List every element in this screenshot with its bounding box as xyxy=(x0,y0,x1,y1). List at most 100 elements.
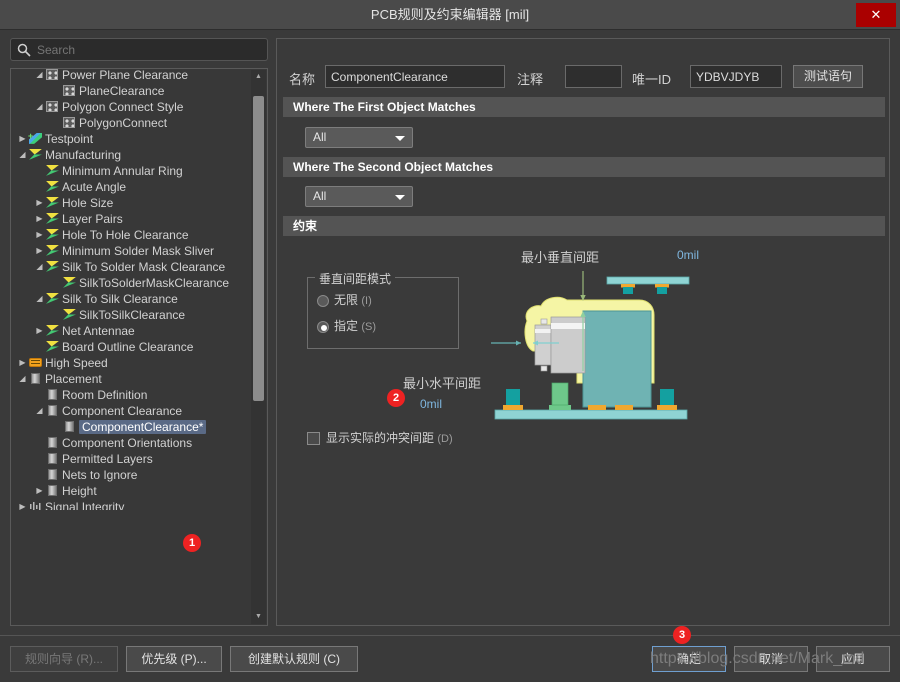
chevron-right-icon[interactable]: ▶ xyxy=(34,227,45,243)
flag-icon xyxy=(45,212,60,224)
plane-icon xyxy=(62,84,77,96)
chevron-down-icon[interactable]: ◢ xyxy=(34,259,45,275)
ok-button[interactable]: 确定 xyxy=(652,646,726,672)
tree-item[interactable]: Acute Angle xyxy=(11,178,251,194)
tree-item-label: Net Antennae xyxy=(62,323,135,338)
tree-item[interactable]: ◢ Component Clearance xyxy=(11,402,251,418)
comment-input[interactable] xyxy=(565,65,622,88)
tree-item[interactable]: ◢ Placement xyxy=(11,370,251,386)
chevron-down-icon xyxy=(395,136,405,141)
radio-infinite-dot xyxy=(317,294,329,307)
tree-item[interactable]: Nets to Ignore xyxy=(11,466,251,482)
tree-item[interactable]: PolygonConnect xyxy=(11,114,251,130)
tree-item[interactable]: ▶ Height xyxy=(11,482,251,498)
tree-scrollbar[interactable]: ▲ ▼ xyxy=(251,70,266,624)
show-actual-checkbox[interactable]: 显示实际的冲突间距 (D) xyxy=(307,429,453,446)
tree-item[interactable]: Board Outline Clearance xyxy=(11,338,251,354)
constraints-header: 约束 xyxy=(283,216,885,236)
tree-item-label: Power Plane Clearance xyxy=(62,68,189,82)
chevron-down-icon[interactable]: ◢ xyxy=(34,99,45,115)
flag-icon xyxy=(28,148,43,160)
test-query-button[interactable]: 测试语句 xyxy=(793,65,863,88)
tree-item[interactable]: SilkToSolderMaskClearance xyxy=(11,274,251,290)
tree-item[interactable]: ◢ Silk To Solder Mask Clearance xyxy=(11,258,251,274)
chevron-right-icon[interactable]: ▶ xyxy=(34,483,45,499)
tree-item[interactable]: ▶ + Testpoint xyxy=(11,130,251,146)
second-object-scope-select[interactable]: All xyxy=(305,186,413,207)
tree-item[interactable]: ◢ Polygon Connect Style xyxy=(11,98,251,114)
tree-item-label: Hole To Hole Clearance xyxy=(62,227,189,242)
tree-item[interactable]: PlaneClearance xyxy=(11,82,251,98)
cancel-button[interactable]: 取消 xyxy=(734,646,808,672)
tree-item[interactable]: ◢ Silk To Silk Clearance xyxy=(11,290,251,306)
chevron-right-icon[interactable]: ▶ xyxy=(17,131,28,147)
radio-specified[interactable]: 指定 (S) xyxy=(317,317,376,334)
min-horizontal-label: 最小水平间距 xyxy=(403,376,482,391)
tree-item-selected[interactable]: ComponentClearance* xyxy=(11,418,251,434)
tree-item[interactable]: ▶ Layer Pairs xyxy=(11,210,251,226)
tree-item[interactable]: ▶ Net Antennae xyxy=(11,322,251,338)
tree-item-label: Silk To Solder Mask Clearance xyxy=(62,259,226,274)
scroll-down-icon[interactable]: ▼ xyxy=(251,610,266,624)
radio-infinite-hint: (I) xyxy=(361,295,372,307)
chip-icon xyxy=(45,436,60,448)
tree-item[interactable]: ▶ High Speed xyxy=(11,354,251,370)
create-default-rules-button[interactable]: 创建默认规则 (C) xyxy=(230,646,358,672)
tree-item[interactable]: ▶ Minimum Solder Mask Sliver xyxy=(11,242,251,258)
tree-item[interactable]: Minimum Annular Ring xyxy=(11,162,251,178)
first-object-scope-select[interactable]: All xyxy=(305,127,413,148)
chevron-down-icon[interactable]: ◢ xyxy=(34,291,45,307)
search-box[interactable] xyxy=(10,38,268,61)
priority-button[interactable]: 优先级 (P)... xyxy=(126,646,222,672)
tree-item[interactable]: Component Orientations xyxy=(11,434,251,450)
flag-icon xyxy=(45,244,60,256)
scroll-up-icon[interactable]: ▲ xyxy=(251,70,266,84)
flag-icon xyxy=(45,196,60,208)
name-label: 名称 xyxy=(289,72,316,87)
tree-item-label: Minimum Annular Ring xyxy=(62,163,183,178)
tree-item-label: Permitted Layers xyxy=(62,451,153,466)
tree-item[interactable]: ▶ Signal Integrity xyxy=(11,498,251,510)
tree-item-label: Board Outline Clearance xyxy=(62,339,194,354)
search-icon xyxy=(17,43,31,57)
tree-scrollbar-thumb[interactable] xyxy=(253,96,264,401)
tree-item-label: Polygon Connect Style xyxy=(62,99,184,114)
chevron-right-icon[interactable]: ▶ xyxy=(17,355,28,371)
chip-icon xyxy=(45,388,60,400)
rules-tree-viewport: ◢Mask◢Solder Mask ExpansionSolderMaskExp… xyxy=(11,68,251,510)
close-icon[interactable]: ✕ xyxy=(856,3,896,27)
second-object-scope-value: All xyxy=(313,189,327,203)
tree-item[interactable]: Permitted Layers xyxy=(11,450,251,466)
chip-icon xyxy=(45,452,60,464)
tree-item[interactable]: ▶ Hole To Hole Clearance xyxy=(11,226,251,242)
chevron-down-icon[interactable]: ◢ xyxy=(17,371,28,387)
search-input[interactable] xyxy=(35,39,263,60)
apply-button[interactable]: 应用 xyxy=(816,646,890,672)
rule-wizard-button[interactable]: 规则向导 (R)... xyxy=(10,646,118,672)
tree-item[interactable]: ◢ Power Plane Clearance xyxy=(11,68,251,83)
tree-item-label: Component Orientations xyxy=(62,435,193,450)
annotation-badge-2: 2 xyxy=(387,389,405,407)
second-object-header: Where The Second Object Matches xyxy=(283,157,885,177)
tree-item[interactable]: ▶ Hole Size xyxy=(11,194,251,210)
min-horizontal-value[interactable]: 0mil xyxy=(420,397,442,411)
chevron-right-icon[interactable]: ▶ xyxy=(34,195,45,211)
chevron-right-icon[interactable]: ▶ xyxy=(34,323,45,339)
tree-item-label: Manufacturing xyxy=(45,147,122,162)
chevron-right-icon[interactable]: ▶ xyxy=(34,243,45,259)
chevron-right-icon[interactable]: ▶ xyxy=(17,499,28,510)
tree-item[interactable]: SilkToSilkClearance xyxy=(11,306,251,322)
radio-infinite[interactable]: 无限 (I) xyxy=(317,291,372,308)
tree-item[interactable]: ◢ Manufacturing xyxy=(11,146,251,162)
chevron-down-icon[interactable]: ◢ xyxy=(17,147,28,163)
tree-item-label: Minimum Solder Mask Sliver xyxy=(62,243,215,258)
plane-icon xyxy=(45,69,60,80)
unique-id-input[interactable] xyxy=(690,65,782,88)
flag-icon xyxy=(62,308,77,320)
chevron-right-icon[interactable]: ▶ xyxy=(34,211,45,227)
name-input[interactable] xyxy=(325,65,505,88)
min-vertical-label: 最小垂直间距 xyxy=(521,250,600,265)
chevron-down-icon[interactable]: ◢ xyxy=(34,403,45,419)
chevron-down-icon[interactable]: ◢ xyxy=(34,69,45,83)
tree-item[interactable]: Room Definition xyxy=(11,386,251,402)
